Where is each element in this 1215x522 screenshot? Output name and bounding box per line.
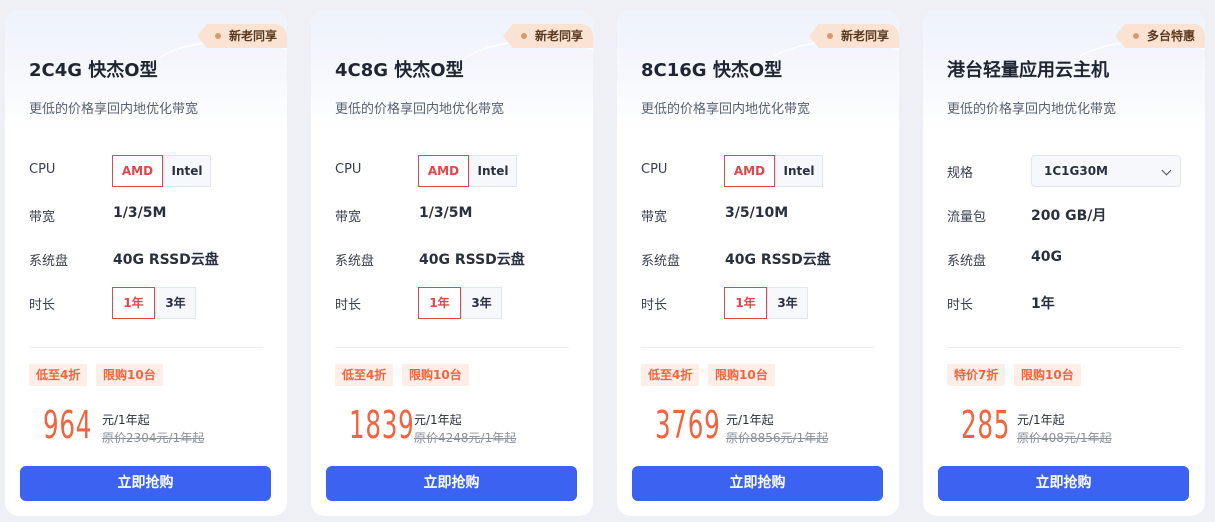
discount-tag: 低至4折 [641,364,700,386]
badge-label: 新老同享 [534,29,583,43]
cpu-option-amd[interactable]: AMD [724,155,775,187]
divider [29,347,263,348]
system-disk-value: 40G RSSD云盘 [419,252,525,268]
limit-tag: 限购10台 [708,364,775,386]
original-price: 原价4248元/1年起 [414,431,517,445]
product-subtitle: 更低的价格享回内地优化带宽 [29,102,199,117]
divider [947,347,1181,348]
badge-dot-icon [214,33,221,39]
system-disk-value: 40G [1031,249,1062,265]
cpu-label: CPU [335,162,362,177]
buy-now-button[interactable]: 立即抢购 [20,466,271,501]
price-unit: 元/1年起 [1017,413,1065,427]
system-disk-value: 40G RSSD云盘 [725,252,831,268]
limit-tag: 限购10台 [96,364,163,386]
duration-option-3y[interactable]: 3年 [767,287,808,319]
original-price: 原价2304元/1年起 [102,431,205,445]
product-subtitle: 更低的价格享回内地优化带宽 [641,102,811,117]
traffic-label: 流量包 [947,210,987,225]
product-title: 4C8G 快杰O型 [335,60,464,81]
product-card-hk-lighthouse: 多台特惠 港台轻量应用云主机 更低的价格享回内地优化带宽 规格 1C1G30M … [923,10,1205,516]
system-disk-value: 40G RSSD云盘 [113,252,219,268]
product-subtitle: 更低的价格享回内地优化带宽 [335,102,505,117]
price-unit: 元/1年起 [414,413,462,427]
bandwidth-value: 1/3/5M [419,205,473,221]
bandwidth-label: 带宽 [641,210,668,225]
cpu-option-intel[interactable]: Intel [163,155,211,187]
discount-tag: 特价7折 [947,364,1006,386]
badge-dot-icon [1132,33,1139,39]
chevron-down-icon [1161,165,1172,176]
price-unit: 元/1年起 [726,413,774,427]
limit-tag: 限购10台 [1014,364,1081,386]
limit-tag: 限购10台 [402,364,469,386]
duration-option-3y[interactable]: 3年 [155,287,196,319]
divider [335,347,569,348]
cpu-option-intel[interactable]: Intel [775,155,823,187]
cpu-label: CPU [29,162,56,177]
badge-dot-icon [520,33,527,39]
divider [641,347,875,348]
promo-badge: 多台特惠 [1114,24,1205,48]
promo-badge: 新老同享 [502,24,593,48]
buy-now-button[interactable]: 立即抢购 [632,466,883,501]
cpu-option-amd[interactable]: AMD [418,155,469,187]
badge-label: 新老同享 [840,29,889,43]
discount-tag: 低至4折 [335,364,394,386]
product-card-8c16g: 新老同享 8C16G 快杰O型 更低的价格享回内地优化带宽 CPU AMD In… [617,10,899,516]
spec-select-value: 1C1G30M [1044,164,1108,178]
system-disk-label: 系统盘 [335,254,375,269]
system-disk-label: 系统盘 [947,254,987,269]
original-price: 原价8856元/1年起 [726,431,829,445]
system-disk-label: 系统盘 [29,254,69,269]
duration-option-1y[interactable]: 1年 [112,287,155,319]
duration-option-1y[interactable]: 1年 [724,287,767,319]
duration-label: 时长 [335,298,362,313]
bandwidth-label: 带宽 [335,210,362,225]
price-value: 3769 [655,403,721,447]
duration-value: 1年 [1031,296,1055,312]
duration-option-1y[interactable]: 1年 [418,287,461,319]
badge-label: 新老同享 [228,29,277,43]
price-unit: 元/1年起 [102,413,150,427]
badge-dot-icon [826,33,833,39]
bandwidth-value: 1/3/5M [113,205,167,221]
spec-select[interactable]: 1C1G30M [1031,155,1181,187]
spec-label: 规格 [947,166,974,181]
buy-now-button[interactable]: 立即抢购 [938,466,1189,501]
bandwidth-label: 带宽 [29,210,56,225]
product-card-4c8g: 新老同享 4C8G 快杰O型 更低的价格享回内地优化带宽 CPU AMD Int… [311,10,593,516]
duration-label: 时长 [947,298,974,313]
bandwidth-value: 3/5/10M [725,205,789,221]
pricing-cards: 新老同享 2C4G 快杰O型 更低的价格享回内地优化带宽 CPU AMD Int… [0,0,1215,522]
cpu-option-amd[interactable]: AMD [112,155,163,187]
duration-option-3y[interactable]: 3年 [461,287,502,319]
duration-label: 时长 [29,298,56,313]
product-card-2c4g: 新老同享 2C4G 快杰O型 更低的价格享回内地优化带宽 CPU AMD Int… [5,10,287,516]
cpu-option-intel[interactable]: Intel [469,155,517,187]
price-value: 285 [961,403,1011,447]
badge-label: 多台特惠 [1146,29,1195,43]
price-value: 964 [43,403,93,447]
product-subtitle: 更低的价格享回内地优化带宽 [947,102,1117,117]
product-title: 8C16G 快杰O型 [641,60,783,81]
promo-badge: 新老同享 [196,24,287,48]
original-price: 原价408元/1年起 [1017,431,1112,445]
promo-badge: 新老同享 [808,24,899,48]
cpu-label: CPU [641,162,668,177]
discount-tag: 低至4折 [29,364,88,386]
duration-label: 时长 [641,298,668,313]
product-title: 港台轻量应用云主机 [947,60,1109,81]
product-title: 2C4G 快杰O型 [29,60,158,81]
price-value: 1839 [349,403,415,447]
traffic-value: 200 GB/月 [1031,208,1107,224]
buy-now-button[interactable]: 立即抢购 [326,466,577,501]
system-disk-label: 系统盘 [641,254,681,269]
